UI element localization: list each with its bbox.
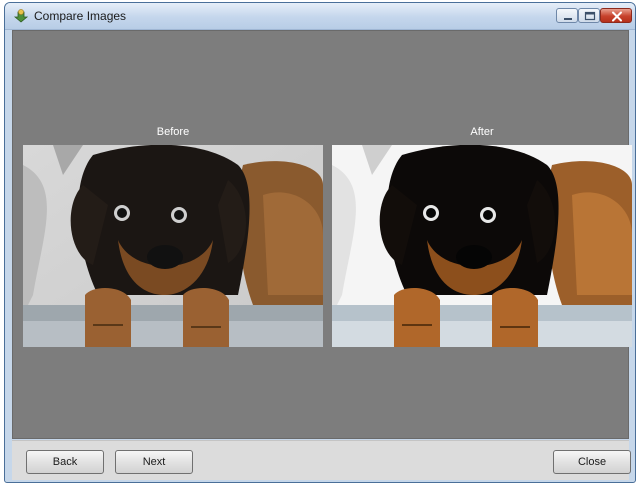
after-image bbox=[332, 145, 632, 347]
minimize-button[interactable] bbox=[556, 8, 578, 23]
close-button[interactable]: Close bbox=[553, 450, 631, 474]
before-image bbox=[23, 145, 323, 347]
window-title: Compare Images bbox=[34, 9, 127, 23]
back-button[interactable]: Back bbox=[26, 450, 104, 474]
after-label: After bbox=[470, 126, 494, 138]
comparison-area: Before After bbox=[12, 30, 632, 439]
compare-images-window: Compare Images Before After Back Next Cl… bbox=[4, 2, 636, 483]
window-close-button[interactable] bbox=[600, 8, 632, 23]
next-button[interactable]: Next bbox=[115, 450, 193, 474]
compare-images-app-icon bbox=[13, 8, 29, 24]
minimize-icon bbox=[564, 18, 572, 20]
before-label: Before bbox=[156, 126, 190, 138]
close-icon bbox=[612, 11, 622, 22]
maximize-button[interactable] bbox=[578, 8, 600, 23]
title-bar[interactable]: Compare Images bbox=[5, 3, 635, 30]
maximize-icon bbox=[584, 11, 596, 21]
button-bar: Back Next Close bbox=[12, 440, 631, 480]
